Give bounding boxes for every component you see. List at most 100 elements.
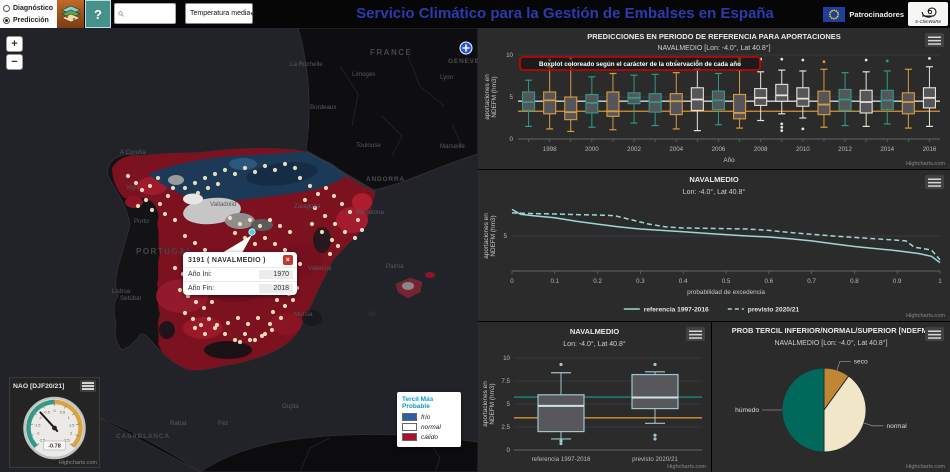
station-dot[interactable] [270,328,274,332]
station-dot[interactable] [158,202,162,206]
station-dot[interactable] [238,222,242,226]
station-dot[interactable] [258,224,262,228]
station-dot[interactable] [140,188,144,192]
station-dot[interactable] [263,164,267,168]
station-dot[interactable] [336,244,340,248]
mode-radio-diagnostico[interactable]: Diagnóstico [3,2,57,14]
variable-select[interactable]: Temperatura media ▾ [185,3,253,24]
station-dot[interactable] [246,322,250,326]
station-dot[interactable] [298,262,302,266]
station-dot[interactable] [223,168,227,172]
station-dot[interactable] [193,241,197,245]
station-dot[interactable] [196,191,200,195]
station-dot[interactable] [216,182,220,186]
station-dot[interactable] [275,298,279,302]
station-dot[interactable] [356,218,360,222]
station-dot[interactable] [263,236,267,240]
station-dot[interactable] [236,316,240,320]
station-dot[interactable] [193,326,197,330]
station-dot[interactable] [279,316,283,320]
station-dot[interactable] [243,332,247,336]
station-dot[interactable] [298,176,302,180]
station-dot[interactable] [173,266,177,270]
station-dot[interactable] [332,194,336,198]
search-input[interactable] [126,9,172,18]
station-dot[interactable] [178,288,182,292]
station-dot[interactable] [166,194,170,198]
station-dot[interactable] [223,332,227,336]
station-dot[interactable] [213,326,217,330]
station-dot[interactable] [233,338,237,342]
station-dot[interactable] [148,184,152,188]
station-dot[interactable] [340,202,344,206]
chart-menu-button[interactable] [925,175,944,189]
station-dot[interactable] [248,218,252,222]
station-dot[interactable] [206,186,210,190]
station-dot[interactable] [136,204,140,208]
station-dot[interactable] [183,234,187,238]
help-button[interactable]: ? [85,0,111,28]
station-dot[interactable] [320,230,324,234]
station-dot[interactable] [213,172,217,176]
station-dot[interactable] [203,176,207,180]
chart-menu-button[interactable] [686,327,705,341]
station-dot[interactable] [207,317,211,321]
station-dot[interactable] [268,218,272,222]
station-dot[interactable] [260,334,264,338]
station-dot[interactable] [288,230,292,234]
station-dot[interactable] [333,222,337,226]
popup-close-button[interactable]: × [283,255,293,265]
sclimware-logo[interactable]: S-ClimWaRe [908,2,948,26]
station-dot[interactable] [253,242,257,246]
sponsors-group[interactable]: Patrocinadores S-ClimWaRe [823,2,948,26]
station-dot[interactable] [283,304,287,308]
station-dot[interactable] [203,332,207,336]
station-dot[interactable] [271,310,275,314]
layers-button[interactable] [57,0,84,28]
station-dot[interactable] [173,218,177,222]
station-dot[interactable] [163,212,167,216]
station-dot[interactable] [256,316,260,320]
station-dot[interactable] [323,214,327,218]
station-dot[interactable] [126,174,130,178]
station-dot[interactable] [273,168,277,172]
station-dot[interactable] [308,184,312,188]
chart-menu-button[interactable] [80,380,96,392]
station-dot[interactable] [226,321,230,325]
station-dot[interactable] [291,298,295,302]
chart-menu-button[interactable] [925,327,944,341]
station-dot[interactable] [324,186,328,190]
station-dot[interactable] [144,198,148,202]
pie-slice-húmedo[interactable] [782,368,824,452]
station-dot[interactable] [191,317,195,321]
zoom-out-button[interactable]: − [6,54,23,70]
station-dot[interactable] [253,170,257,174]
station-dot[interactable] [171,186,175,190]
station-dot[interactable] [273,242,277,246]
station-dot[interactable] [310,222,314,226]
station-dot[interactable] [233,172,237,176]
station-dot[interactable] [243,166,247,170]
station-dot[interactable] [194,300,198,304]
station-dot[interactable] [293,166,297,170]
poi-marker[interactable] [460,42,472,54]
station-dot[interactable] [210,300,214,304]
station-dot[interactable] [228,216,232,220]
station-dot[interactable] [183,186,187,190]
station-dot[interactable] [248,338,252,342]
station-dot[interactable] [202,306,206,310]
station-dot[interactable] [360,228,364,232]
station-dot[interactable] [156,176,160,180]
station-dot[interactable] [353,236,357,240]
mode-radio-prediccion[interactable]: Predicción [3,14,57,26]
station-dot[interactable] [343,230,347,234]
station-dot[interactable] [183,311,187,315]
station-dot[interactable] [253,338,257,342]
station-dot[interactable] [283,162,287,166]
station-dot[interactable] [238,340,242,344]
station-dot[interactable] [316,192,320,196]
station-dot[interactable] [268,322,272,326]
zoom-in-button[interactable]: + [6,36,23,52]
station-dot[interactable] [348,210,352,214]
station-dot[interactable] [330,238,334,242]
